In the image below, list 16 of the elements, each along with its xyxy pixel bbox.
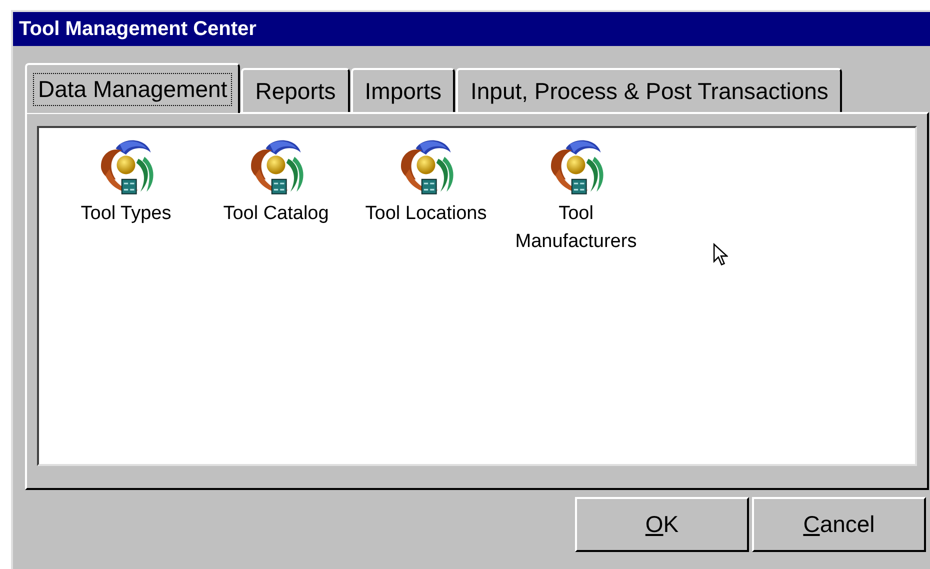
dialog-button[interactable]: Cancel [752,497,926,552]
tab[interactable]: Input, Process & Post Transactions [456,68,842,112]
mouse-cursor-icon [713,243,728,267]
list-item[interactable]: Tool Manufacturers [501,134,651,464]
item-label: Tool Locations [364,202,488,226]
list-item[interactable]: Tool Locations [351,134,501,464]
dialog-button[interactable]: OK [575,497,749,552]
window-title: Tool Management Center [19,18,256,40]
list-item[interactable]: Tool Types [51,134,201,464]
tab[interactable]: Reports [241,68,350,112]
list-item[interactable]: Tool Catalog [201,134,351,464]
item-label: Tool Manufacturers [514,202,638,254]
item-label: Tool Types [80,202,172,226]
tab[interactable]: Data Management [25,63,240,113]
tab[interactable]: Imports [350,68,456,112]
item-label: Tool Catalog [222,202,330,226]
